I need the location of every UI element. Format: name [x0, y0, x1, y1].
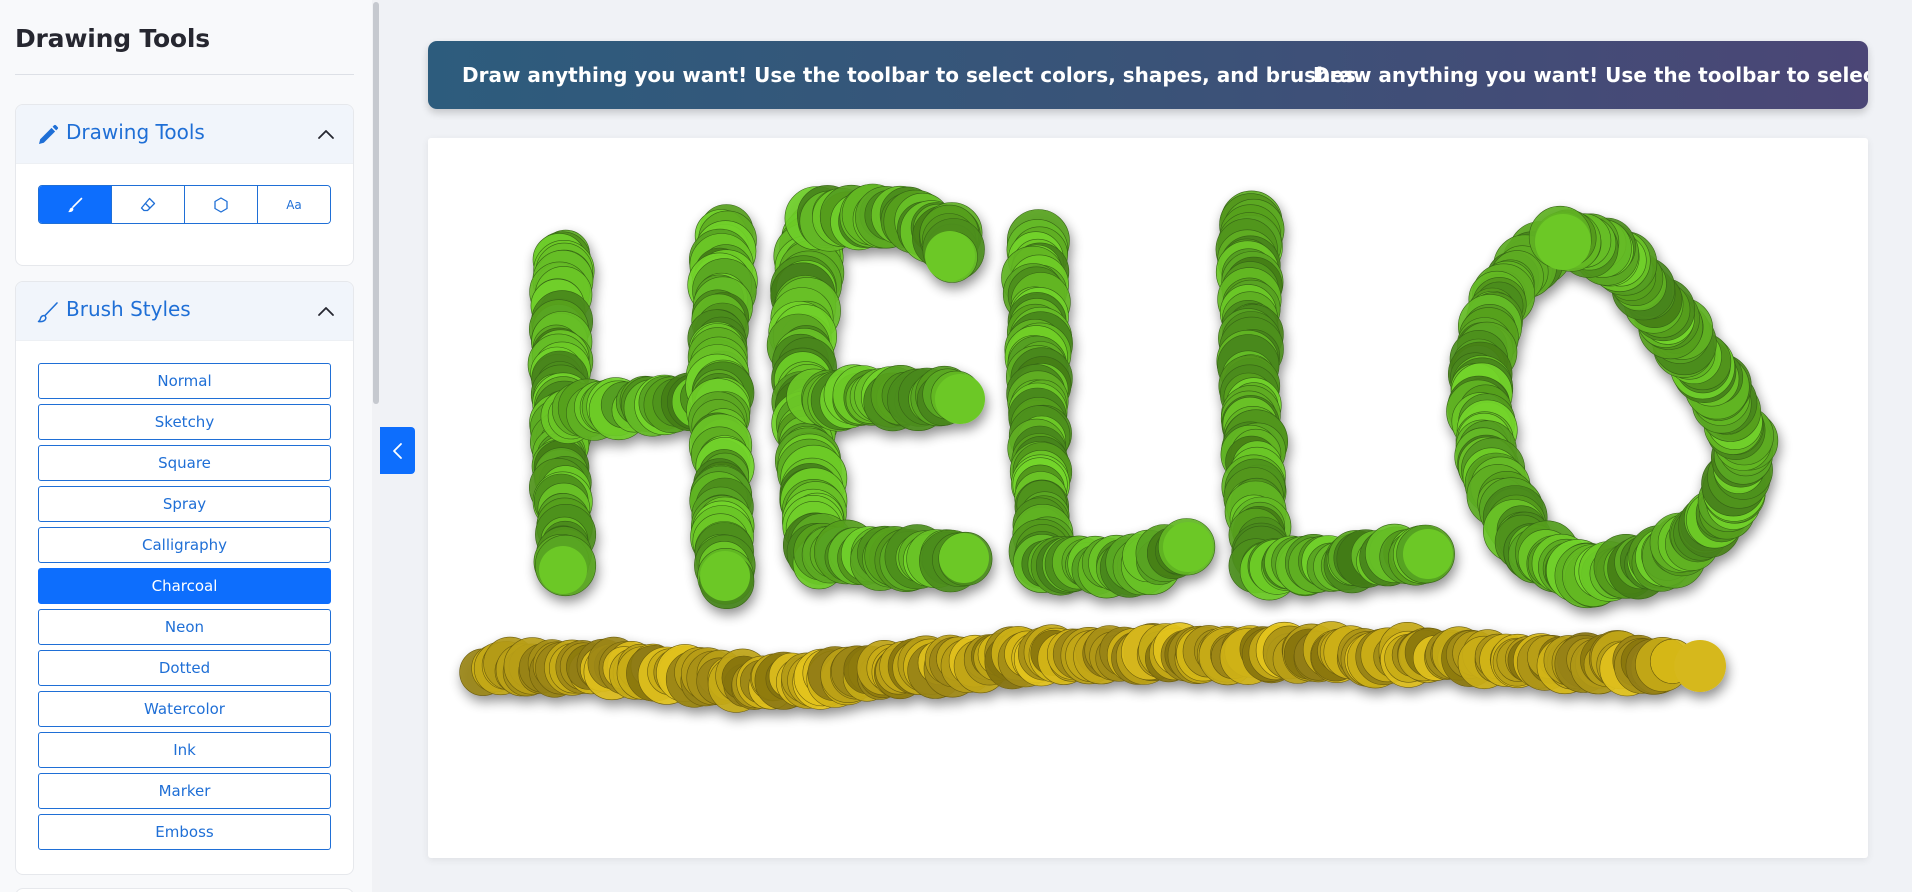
brush-style-neon[interactable]: Neon	[38, 609, 331, 645]
brush-style-square[interactable]: Square	[38, 445, 331, 481]
sidebar-collapse-button[interactable]	[380, 427, 415, 474]
brush-icon	[68, 197, 83, 212]
chevron-up-icon[interactable]	[317, 126, 335, 144]
brush-styles-panel-title: Brush Styles	[66, 297, 191, 321]
chevron-left-icon	[392, 442, 402, 459]
brush-style-dotted[interactable]: Dotted	[38, 650, 331, 686]
eraser-icon	[140, 197, 156, 211]
letter-e-dab	[939, 533, 989, 583]
drawing-svg	[459, 183, 1779, 713]
brush-styles-panel: Brush Styles Normal Sketchy Square Spray…	[15, 281, 354, 875]
brush-style-sketchy[interactable]: Sketchy	[38, 404, 331, 440]
drawing-tools-panel-header[interactable]: Drawing Tools	[16, 105, 353, 164]
brush-style-normal[interactable]: Normal	[38, 363, 331, 399]
letter-l-dab	[1403, 529, 1453, 579]
brush-tool-button[interactable]	[39, 186, 112, 223]
brush-styles-panel-header[interactable]: Brush Styles	[16, 282, 353, 341]
drawing-canvas[interactable]	[428, 138, 1868, 858]
sidebar-title: Drawing Tools	[15, 24, 210, 53]
sidebar-divider	[15, 74, 354, 75]
letter-o-dab	[1535, 214, 1591, 270]
banner-text: Draw anything you want! Use the toolbar …	[462, 63, 1364, 87]
brush-style-calligraphy[interactable]: Calligraphy	[38, 527, 331, 563]
sidebar: Drawing Tools Drawing Tools Aa Brush Sty…	[0, 0, 380, 892]
underline-stroke	[459, 621, 1726, 713]
marquee-banner: Draw anything you want! Use the toolbar …	[428, 41, 1868, 109]
brush-icon	[37, 302, 58, 323]
brush-style-ink[interactable]: Ink	[38, 732, 331, 768]
underline-dab	[1674, 640, 1726, 692]
hexagon-icon	[214, 196, 228, 213]
letter-e-dab	[935, 374, 985, 424]
letter-e-dab	[925, 231, 975, 281]
brush-style-marker[interactable]: Marker	[38, 773, 331, 809]
shape-tool-button[interactable]	[185, 186, 258, 223]
next-panel-edge	[15, 888, 354, 892]
tool-selector: Aa	[38, 185, 331, 224]
brush-style-emboss[interactable]: Emboss	[38, 814, 331, 850]
letter-h-dab	[539, 546, 587, 594]
sidebar-scrollbar-thumb[interactable]	[373, 2, 379, 404]
letter-l-dab	[1163, 522, 1213, 572]
drawing-tools-panel: Drawing Tools Aa	[15, 104, 354, 266]
hello-drawing	[527, 183, 1779, 609]
brush-style-spray[interactable]: Spray	[38, 486, 331, 522]
brush-style-watercolor[interactable]: Watercolor	[38, 691, 331, 727]
brush-style-list: Normal Sketchy Square Spray Calligraphy …	[38, 363, 331, 855]
drawing-tools-panel-title: Drawing Tools	[66, 120, 205, 144]
brush-style-charcoal[interactable]: Charcoal	[38, 568, 331, 604]
chevron-up-icon[interactable]	[317, 303, 335, 321]
text-tool-button[interactable]: Aa	[258, 186, 330, 223]
eraser-tool-button[interactable]	[112, 186, 185, 223]
letter-h-dab	[700, 551, 750, 601]
pencil-icon	[39, 124, 59, 144]
banner-text-repeat: Draw anything you want! Use the toolbar …	[1313, 63, 1868, 87]
